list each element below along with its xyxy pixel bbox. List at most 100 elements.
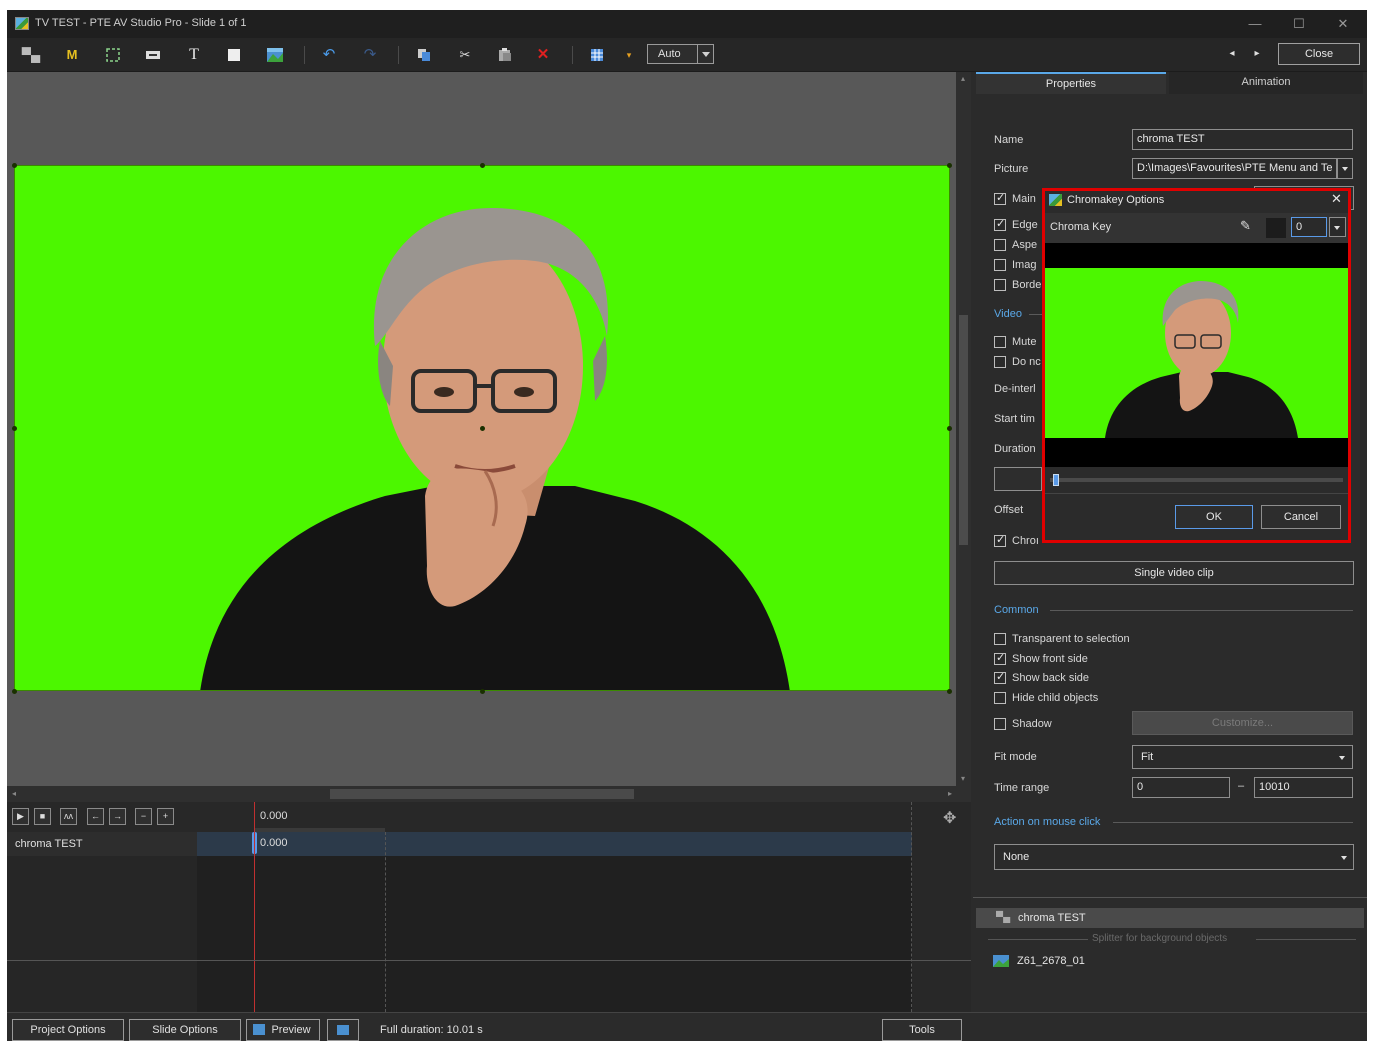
action-value: None	[1003, 851, 1030, 863]
scroll-right-icon[interactable]: ▸	[945, 789, 955, 799]
remove-keyframe-icon[interactable]: −	[135, 808, 152, 825]
name-input[interactable]: chroma TEST	[1132, 129, 1353, 150]
scroll-left-icon[interactable]: ◂	[9, 789, 19, 799]
shadow-label: Shadow	[1012, 718, 1052, 730]
preview-button[interactable]: Preview	[246, 1019, 320, 1041]
scroll-down-icon[interactable]: ▾	[958, 774, 968, 784]
show-back-checkbox[interactable]	[994, 670, 1006, 684]
chromakey-dialog: Chromakey Options ✕ Chroma Key ✎ 0 OK Ca…	[1042, 188, 1351, 543]
cut-icon[interactable]: ✂	[455, 45, 475, 65]
resize-handle[interactable]	[480, 163, 485, 168]
text-icon[interactable]: T	[184, 45, 204, 65]
stop-icon[interactable]: ■	[34, 808, 51, 825]
resize-handle[interactable]	[12, 689, 17, 694]
playhead[interactable]	[254, 802, 255, 1012]
prev-slide-icon[interactable]: ◂	[1226, 48, 1238, 62]
chroma-value-input[interactable]: 0	[1291, 217, 1327, 237]
offset-label: Offset	[994, 504, 1024, 516]
image-checkbox[interactable]	[994, 259, 1006, 271]
resize-handle[interactable]	[480, 689, 485, 694]
ok-button[interactable]: OK	[1175, 505, 1253, 529]
copy-icon[interactable]	[414, 45, 434, 65]
key-color-swatch[interactable]	[1266, 218, 1286, 238]
close-window-icon[interactable]: ✕	[1329, 14, 1357, 34]
show-front-checkbox[interactable]	[994, 651, 1006, 665]
maximize-icon[interactable]: ☐	[1285, 14, 1313, 34]
eyedropper-icon[interactable]: ✎	[1240, 218, 1251, 234]
close-button[interactable]: Close	[1278, 43, 1360, 65]
resize-handle[interactable]	[12, 163, 17, 168]
timeline-clip-row[interactable]	[197, 832, 912, 856]
mask-icon[interactable]: M	[62, 45, 82, 65]
grid-icon[interactable]	[587, 45, 607, 65]
video-icon[interactable]: ▀▄	[21, 45, 41, 65]
mute-checkbox[interactable]	[994, 336, 1006, 348]
aspect-checkbox[interactable]	[994, 239, 1006, 251]
transparent-checkbox[interactable]	[994, 633, 1006, 645]
resize-handle[interactable]	[947, 163, 952, 168]
redo-icon[interactable]: ↷	[360, 45, 380, 65]
frame-icon[interactable]	[103, 45, 123, 65]
resize-handle[interactable]	[12, 426, 17, 431]
fullscreen-preview-button[interactable]	[327, 1019, 359, 1041]
paste-icon[interactable]	[495, 45, 515, 65]
slide-options-button[interactable]: Slide Options	[129, 1019, 241, 1041]
preview-slider-thumb[interactable]	[1052, 474, 1059, 486]
vertical-scroll-thumb[interactable]	[959, 315, 968, 545]
edge-checkbox[interactable]	[994, 217, 1006, 231]
timeline-row-label[interactable]: chroma TEST	[7, 832, 197, 856]
image-icon[interactable]	[265, 45, 285, 65]
timeline-track-area[interactable]	[197, 832, 912, 1012]
customize-shadow-button[interactable]: Customize...	[1132, 711, 1353, 735]
fit-mode-select[interactable]: Fit	[1132, 745, 1353, 769]
main-checkbox[interactable]	[994, 191, 1006, 205]
rotation-center-handle[interactable]	[480, 426, 485, 431]
grid-dropdown-icon[interactable]: ▾	[619, 45, 639, 65]
rectangle-icon[interactable]	[224, 45, 244, 65]
tools-button[interactable]: Tools	[882, 1019, 962, 1041]
undo-icon[interactable]: ↶	[319, 45, 339, 65]
preview-label: Preview	[271, 1024, 311, 1036]
horizontal-scroll-thumb[interactable]	[330, 789, 634, 799]
prev-keyframe-icon[interactable]: ←	[87, 808, 104, 825]
time-range-start-input[interactable]: 0	[1132, 777, 1230, 798]
picture-path-input[interactable]: D:\Images\Favourites\PTE Menu and Te	[1132, 158, 1337, 179]
deinterlace-label: De-interl	[994, 383, 1036, 395]
trim-button[interactable]	[994, 467, 1042, 491]
move-icon[interactable]: ✥	[943, 808, 956, 828]
button-icon[interactable]	[143, 45, 163, 65]
donot-checkbox[interactable]	[994, 356, 1006, 368]
time-range-end-input[interactable]: 10010	[1254, 777, 1353, 798]
cancel-button[interactable]: Cancel	[1261, 505, 1341, 529]
minimize-icon[interactable]: —	[1241, 14, 1269, 34]
object-list-item-selected[interactable]: ▀▄ chroma TEST	[976, 908, 1364, 928]
fit-mode-dropdown-icon	[1339, 756, 1345, 760]
next-slide-icon[interactable]: ▸	[1251, 48, 1263, 62]
resize-handle[interactable]	[947, 689, 952, 694]
background-object-name[interactable]: Z61_2678_01	[1017, 955, 1085, 967]
zoom-dropdown-icon[interactable]	[697, 44, 714, 64]
toolbar-separator	[304, 46, 305, 64]
delete-icon[interactable]: ✕	[533, 45, 553, 65]
picture-dropdown-icon[interactable]	[1337, 158, 1353, 179]
project-options-button[interactable]: Project Options	[12, 1019, 124, 1041]
add-keyframe-icon[interactable]: +	[157, 808, 174, 825]
scroll-up-icon[interactable]: ▴	[958, 74, 968, 84]
action-select[interactable]: None	[994, 844, 1354, 870]
waveform-icon[interactable]: ʌʌ	[60, 808, 77, 825]
duration-label: Duration	[994, 443, 1036, 455]
chromakey-checkbox[interactable]	[994, 533, 1006, 547]
tab-properties[interactable]: Properties	[976, 72, 1166, 94]
shadow-checkbox[interactable]	[994, 718, 1006, 730]
play-icon[interactable]: ▶	[12, 808, 29, 825]
hide-child-checkbox[interactable]	[994, 692, 1006, 704]
dialog-close-icon[interactable]: ✕	[1331, 191, 1342, 207]
border-checkbox[interactable]	[994, 279, 1006, 291]
zoom-select[interactable]: Auto	[647, 44, 699, 64]
preview-slider-track[interactable]	[1050, 478, 1343, 482]
single-video-clip-button[interactable]: Single video clip	[994, 561, 1354, 585]
resize-handle[interactable]	[947, 426, 952, 431]
tab-animation[interactable]: Animation	[1169, 72, 1363, 94]
chroma-value-dropdown-icon[interactable]	[1329, 217, 1346, 237]
next-keyframe-icon[interactable]: →	[109, 808, 126, 825]
